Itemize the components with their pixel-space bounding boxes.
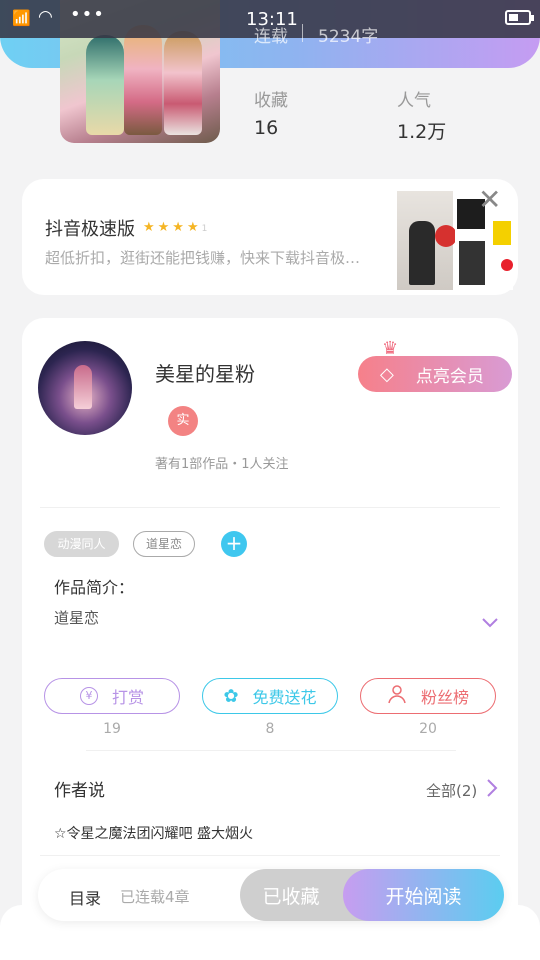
add-tag-button[interactable]: + [221, 531, 247, 557]
tag-chip[interactable]: 道星恋 [133, 531, 195, 557]
favorites-value: 16 [254, 117, 279, 139]
works-info: 著有1部作品・1人关注 [155, 457, 289, 472]
flower-icon: ✿ [223, 685, 239, 707]
reward-button[interactable]: ¥ 打赏 [44, 678, 180, 714]
send-flower-label: 免费送花 [252, 688, 317, 707]
favorites-label: 收藏 [254, 91, 288, 111]
start-reading-label: 开始阅读 [385, 885, 462, 908]
yen-icon: ¥ [79, 687, 98, 705]
fan-count: 20 [419, 721, 437, 737]
cover-figure [86, 35, 124, 135]
vip-button[interactable]: ◇ 点亮会员 [358, 356, 512, 392]
ad-rating-stars: ★★★★1 [143, 220, 211, 235]
toc-button[interactable]: 目录 [69, 885, 101, 909]
start-reading-button[interactable]: 开始阅读 [343, 869, 504, 921]
ad-title: 抖音极速版 [45, 219, 135, 240]
word-count: 5234字 [318, 27, 379, 47]
battery-icon [505, 10, 534, 25]
ad-description: 超低折扣，逛街还能把钱赚，快来下载抖音极… [45, 249, 361, 267]
tag-chip[interactable]: 动漫同人 [44, 531, 119, 557]
fan-ranking-label: 粉丝榜 [420, 688, 469, 707]
reward-count: 19 [103, 721, 121, 737]
intro-text: 道星恋 [54, 609, 100, 627]
author-name[interactable]: 美星的星粉 [155, 358, 255, 387]
send-flower-button[interactable]: ✿ 免费送花 [202, 678, 338, 714]
author-says-all-link[interactable]: 全部(2) [426, 780, 477, 801]
popularity-value: 1.2万 [397, 121, 447, 143]
favorited-label: 已收藏 [262, 885, 320, 908]
chevron-down-icon[interactable] [482, 618, 498, 628]
toc-status: 已连载4章 [120, 888, 190, 906]
divider [40, 507, 500, 508]
book-status: 连载 [254, 27, 288, 47]
author-says-text: ☆令星之魔法团闪耀吧 盛大烟火 [54, 826, 254, 842]
divider [86, 750, 456, 751]
signal-icon: 📶 [12, 9, 31, 27]
diamond-icon: ◇ [380, 363, 394, 385]
flower-count: 8 [265, 721, 275, 737]
intro-label: 作品简介： [54, 578, 135, 597]
author-says-label: 作者说 [54, 781, 105, 801]
reward-label: 打赏 [111, 688, 144, 707]
chevron-right-icon[interactable] [486, 778, 498, 798]
stat-divider [302, 24, 303, 42]
vip-button-label: 点亮会员 [415, 366, 484, 387]
divider [40, 855, 500, 856]
cover-figure [124, 25, 162, 135]
wifi-icon: ◠ [38, 7, 53, 27]
avatar[interactable] [38, 341, 132, 435]
person-icon [387, 684, 407, 708]
close-icon[interactable]: ✕ [478, 186, 501, 214]
fan-ranking-button[interactable]: 粉丝榜 [360, 678, 496, 714]
ad-rating-digit: 1 [201, 224, 211, 234]
verified-badge: 实 [168, 406, 198, 436]
cover-figure [164, 31, 202, 135]
popularity-label: 人气 [397, 91, 431, 111]
more-notifications-icon: ••• [70, 4, 105, 25]
